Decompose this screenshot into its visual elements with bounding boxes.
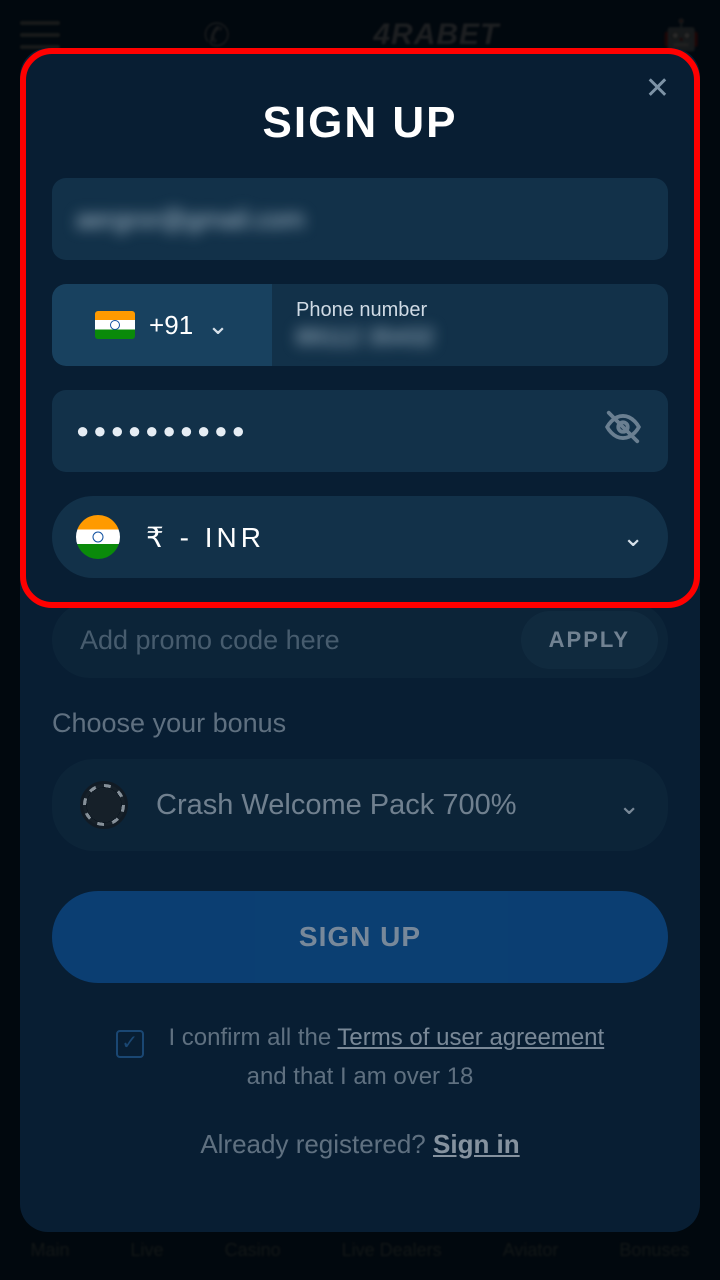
country-code-value: +91 (149, 310, 193, 341)
country-code-select[interactable]: +91 ⌄ (52, 284, 272, 366)
chevron-down-icon: ⌄ (618, 790, 640, 821)
signin-link[interactable]: Sign in (433, 1129, 520, 1159)
modal-title: SIGN UP (52, 98, 668, 148)
phone-value: 89112 35432 (296, 324, 644, 352)
phone-field[interactable]: +91 ⌄ Phone number 89112 35432 (52, 284, 668, 366)
india-flag-icon (95, 311, 135, 339)
promo-code-row[interactable]: Add promo code here APPLY (52, 602, 668, 678)
india-flag-circle-icon (76, 515, 120, 559)
bonus-select[interactable]: Crash Welcome Pack 700% ⌄ (52, 759, 668, 851)
phone-label: Phone number (296, 299, 644, 322)
signup-modal: ✕ SIGN UP aergror@gmail.com +91 ⌄ Phone … (20, 48, 700, 1232)
already-registered-row: Already registered? Sign in (52, 1129, 668, 1160)
signup-button[interactable]: SIGN UP (52, 891, 668, 983)
eye-off-icon[interactable] (604, 408, 642, 455)
currency-select[interactable]: ₹ - INR ⌄ (52, 496, 668, 578)
email-value: aergror@gmail.com (76, 204, 305, 235)
choose-bonus-label: Choose your bonus (52, 708, 668, 739)
bonus-text: Crash Welcome Pack 700% (156, 789, 590, 822)
password-dots: ●●●●●●●●●● (76, 418, 249, 444)
promo-placeholder: Add promo code here (80, 625, 521, 656)
chip-icon (80, 781, 128, 829)
chevron-down-icon: ⌄ (207, 310, 229, 341)
currency-value: ₹ - INR (146, 521, 265, 554)
close-icon[interactable]: ✕ (645, 74, 670, 104)
password-field[interactable]: ●●●●●●●●●● (52, 390, 668, 472)
apply-button[interactable]: APPLY (521, 611, 658, 669)
agreement-text: ✓ I confirm all the Terms of user agreem… (52, 1019, 668, 1095)
agreement-checkbox[interactable]: ✓ (116, 1030, 144, 1058)
chevron-down-icon: ⌄ (622, 522, 644, 553)
email-field[interactable]: aergror@gmail.com (52, 178, 668, 260)
terms-link[interactable]: Terms of user agreement (337, 1024, 604, 1051)
